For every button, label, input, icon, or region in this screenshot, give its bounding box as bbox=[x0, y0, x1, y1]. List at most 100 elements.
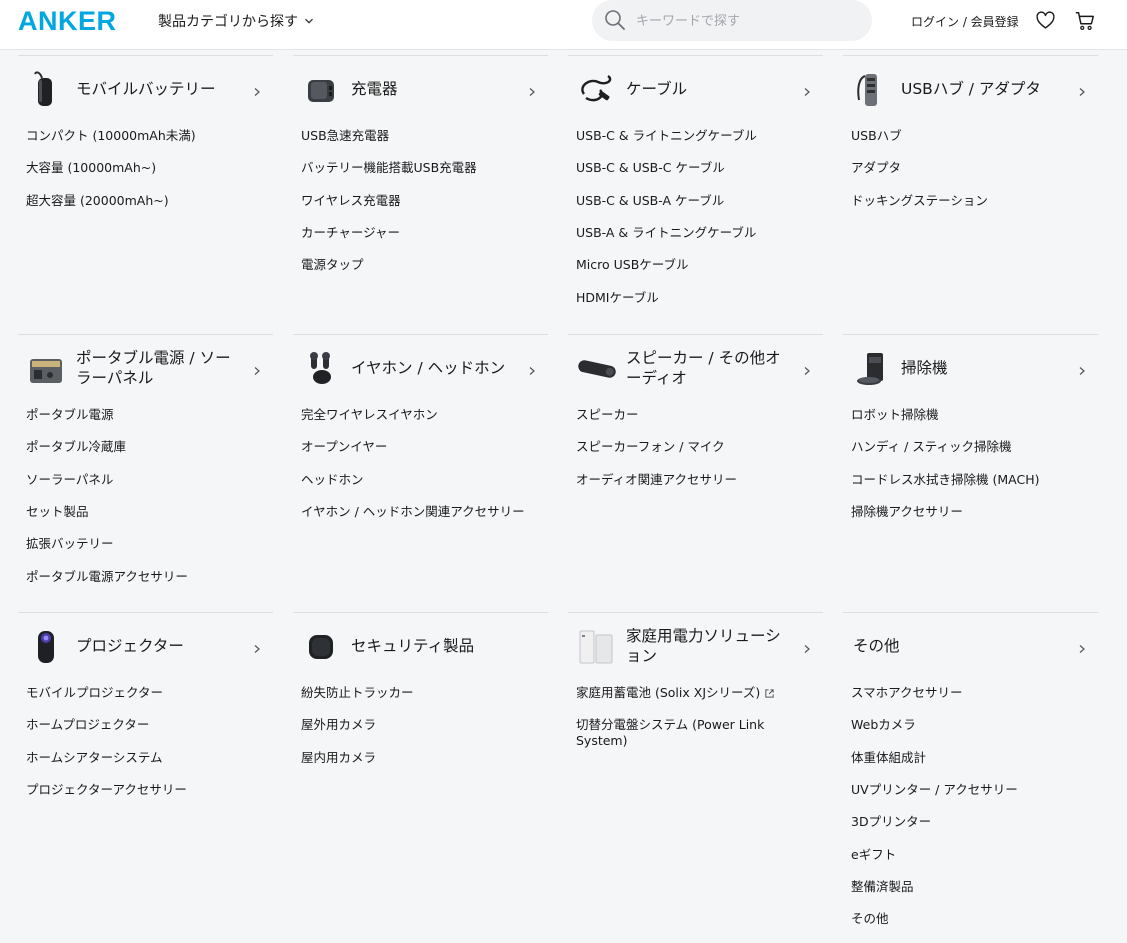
category-column: ポータブル電源 / ソーラーパネルポータブル電源ポータブル冷蔵庫 ソーラーパネルセ… bbox=[18, 334, 273, 584]
category-link[interactable]: USB-A & ライトニングケーブル bbox=[576, 225, 811, 241]
usb-hub-icon bbox=[851, 68, 891, 110]
category-link[interactable]: その他 bbox=[851, 911, 1086, 927]
heart-icon[interactable] bbox=[1035, 10, 1056, 31]
category-link[interactable]: ポータブル電源 bbox=[26, 407, 261, 423]
category-link[interactable]: ワイヤレス充電器 bbox=[301, 193, 536, 209]
category-header-link[interactable]: 充電器 bbox=[293, 58, 548, 120]
category-header-link[interactable]: ケーブル bbox=[568, 58, 823, 120]
category-header-link[interactable]: その他 bbox=[843, 615, 1098, 677]
category-link-label: モバイルプロジェクター bbox=[26, 685, 164, 700]
category-header-link[interactable]: プロジェクター bbox=[18, 615, 273, 677]
category-link[interactable]: オープンイヤー bbox=[301, 439, 536, 455]
category-link[interactable]: オーディオ関連アクセサリー bbox=[576, 472, 811, 488]
search-bar[interactable] bbox=[592, 0, 872, 41]
earbuds-icon bbox=[301, 347, 341, 389]
chevron-right-icon bbox=[527, 82, 537, 101]
category-link[interactable]: 大容量 (10000mAh~) bbox=[26, 160, 261, 176]
category-link[interactable]: 3Dプリンター bbox=[851, 814, 1086, 830]
login-register-link[interactable]: ログイン / 会員登録 bbox=[911, 13, 1019, 30]
category-header-link[interactable]: モバイルバッテリー bbox=[18, 58, 273, 120]
category-link[interactable]: Micro USBケーブル bbox=[576, 257, 811, 273]
category-link[interactable]: スピーカーフォン / マイク bbox=[576, 439, 811, 455]
category-link[interactable]: カーチャージャー bbox=[301, 225, 536, 241]
robot-vacuum-icon bbox=[851, 347, 891, 389]
category-link[interactable]: スマホアクセサリー bbox=[851, 685, 1086, 701]
category-link[interactable]: UVプリンター / アクセサリー bbox=[851, 782, 1086, 798]
power-bank-icon bbox=[26, 68, 66, 110]
category-link[interactable]: 超大容量 (20000mAh~) bbox=[26, 193, 261, 209]
category-link[interactable]: 掃除機アクセサリー bbox=[851, 504, 1086, 520]
search-input[interactable] bbox=[634, 8, 858, 34]
category-link[interactable]: ホームシアターシステム bbox=[26, 750, 261, 766]
category-link-label: ホームシアターシステム bbox=[26, 749, 163, 765]
category-link[interactable]: 完全ワイヤレスイヤホン bbox=[301, 407, 536, 423]
category-menu-button[interactable]: 製品カテゴリから探す bbox=[158, 11, 314, 31]
category-link-label: ポータブル電源 bbox=[26, 407, 114, 422]
chevron-right-icon bbox=[802, 639, 812, 658]
category-link-label: イヤホン / ヘッドホン関連アクセサリー bbox=[301, 503, 525, 519]
category-link-label: ソーラーパネル bbox=[26, 471, 114, 487]
category-link[interactable]: 整備済製品 bbox=[851, 879, 1086, 895]
category-link[interactable]: ヘッドホン bbox=[301, 472, 536, 488]
category-link[interactable]: コードレス水拭き掃除機 (MACH) bbox=[851, 472, 1086, 488]
category-link[interactable]: USB急速充電器 bbox=[301, 128, 536, 144]
category-column: モバイルバッテリーコンパクト (10000mAh未満) 大容量 (10000mAh… bbox=[18, 55, 273, 208]
search-icon[interactable] bbox=[604, 9, 626, 31]
category-link-label: HDMIケーブル bbox=[576, 289, 659, 305]
category-link[interactable]: ハンディ / スティック掃除機 bbox=[851, 439, 1086, 455]
category-link[interactable]: 屋内用カメラ bbox=[301, 750, 536, 766]
category-link[interactable]: コンパクト (10000mAh未満) bbox=[26, 128, 261, 144]
category-link[interactable]: ドッキングステーション bbox=[851, 193, 1086, 209]
category-title: セキュリティ製品 bbox=[351, 637, 475, 655]
category-link[interactable]: 紛失防止トラッカー bbox=[301, 685, 536, 701]
category-header-link[interactable]: ポータブル電源 / ソーラーパネル bbox=[18, 337, 273, 399]
category-header-link[interactable]: 掃除機 bbox=[843, 337, 1098, 399]
category-header-link[interactable]: 家庭用電力ソリューション bbox=[568, 615, 823, 677]
category-title: イヤホン / ヘッドホン bbox=[351, 359, 506, 377]
category-header-link[interactable]: スピーカー / その他オーディオ bbox=[568, 337, 823, 399]
category-link[interactable]: eギフト bbox=[851, 847, 1086, 863]
category-link[interactable]: アダプタ bbox=[851, 160, 1086, 176]
category-link-label: ホームプロジェクター bbox=[26, 717, 150, 733]
category-link-label: USB-C & USB-C ケーブル bbox=[576, 160, 725, 176]
category-link[interactable]: USB-C & ライトニングケーブル bbox=[576, 128, 811, 144]
category-link-label: ドッキングステーション bbox=[851, 192, 988, 208]
category-link[interactable]: セット製品 bbox=[26, 504, 261, 520]
anker-logo[interactable]: ANKER bbox=[18, 6, 117, 37]
category-link[interactable]: 家庭用蓄電池 (Solix XJシリーズ) bbox=[576, 685, 811, 703]
category-title: その他 bbox=[853, 637, 900, 655]
category-link[interactable]: ポータブル冷蔵庫 bbox=[26, 439, 261, 455]
category-link[interactable]: Webカメラ bbox=[851, 717, 1086, 733]
category-link-label: コードレス水拭き掃除機 (MACH) bbox=[851, 471, 1040, 487]
category-link[interactable]: USBハブ bbox=[851, 128, 1086, 144]
category-header-link[interactable]: セキュリティ製品 bbox=[293, 615, 548, 677]
category-link-label: 整備済製品 bbox=[851, 878, 914, 894]
category-link[interactable]: HDMIケーブル bbox=[576, 290, 811, 306]
category-link-label: オーディオ関連アクセサリー bbox=[576, 471, 738, 487]
category-column: イヤホン / ヘッドホン完全ワイヤレスイヤホンオープンイヤー ヘッドホンイヤホン … bbox=[293, 334, 548, 519]
category-link[interactable]: プロジェクターアクセサリー bbox=[26, 782, 261, 798]
category-link[interactable]: モバイルプロジェクター bbox=[26, 685, 261, 701]
category-link[interactable]: イヤホン / ヘッドホン関連アクセサリー bbox=[301, 504, 536, 520]
category-link[interactable]: USB-C & USB-C ケーブル bbox=[576, 160, 811, 176]
category-link[interactable]: 拡張バッテリー bbox=[26, 536, 261, 552]
category-link[interactable]: バッテリー機能搭載USB充電器 bbox=[301, 160, 536, 176]
category-link[interactable]: ポータブル電源アクセサリー bbox=[26, 569, 261, 585]
chevron-right-icon bbox=[252, 361, 262, 380]
category-link[interactable]: 電源タップ bbox=[301, 257, 536, 273]
category-link-label: USB急速充電器 bbox=[301, 128, 390, 143]
category-header-link[interactable]: USBハブ / アダプタ bbox=[843, 58, 1098, 120]
category-link[interactable]: 屋外用カメラ bbox=[301, 717, 536, 733]
cart-icon[interactable] bbox=[1074, 10, 1096, 32]
category-link[interactable]: 切替分電盤システム (Power Link System) bbox=[576, 717, 811, 749]
category-link[interactable]: USB-C & USB-A ケーブル bbox=[576, 193, 811, 209]
chevron-right-icon bbox=[802, 361, 812, 380]
category-link[interactable]: ソーラーパネル bbox=[26, 472, 261, 488]
category-column: 充電器 USB急速充電器バッテリー機能搭載USB充電器 ワイヤレス充電器 カーチャージ… bbox=[293, 55, 548, 272]
category-header-link[interactable]: イヤホン / ヘッドホン bbox=[293, 337, 548, 399]
category-link[interactable]: ロボット掃除機 bbox=[851, 407, 1086, 423]
category-link-label: 完全ワイヤレスイヤホン bbox=[301, 407, 438, 422]
category-link[interactable]: スピーカー bbox=[576, 407, 811, 423]
category-link[interactable]: ホームプロジェクター bbox=[26, 717, 261, 733]
category-link[interactable]: 体重体組成計 bbox=[851, 750, 1086, 766]
